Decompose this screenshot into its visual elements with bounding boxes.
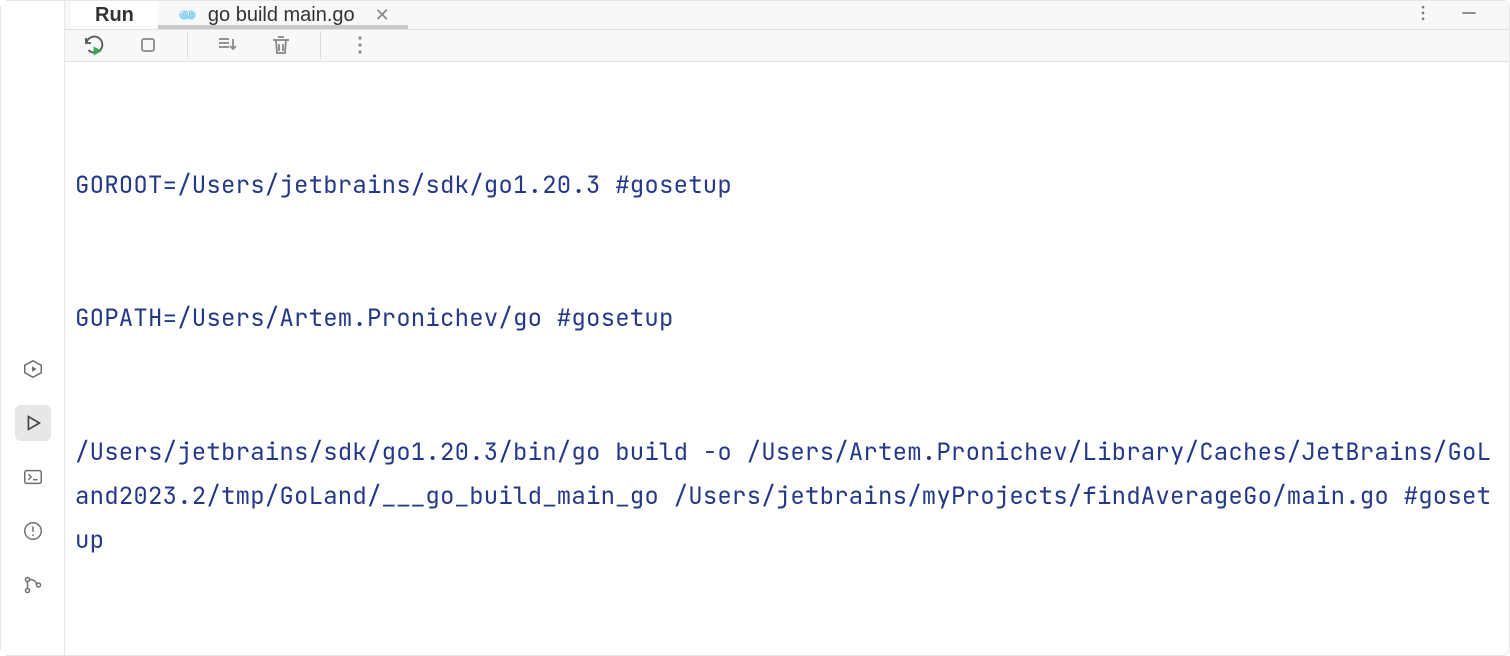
- scroll-to-end-icon[interactable]: [212, 30, 242, 60]
- tab-bar-controls: [1413, 1, 1509, 29]
- tab-run-config[interactable]: go build main.go ✕: [158, 1, 408, 29]
- close-icon[interactable]: ✕: [375, 6, 390, 24]
- vcs-icon[interactable]: [15, 567, 51, 603]
- stop-icon[interactable]: [133, 30, 163, 60]
- console-output[interactable]: GOROOT=/Users/jetbrains/sdk/go1.20.3 #go…: [65, 62, 1509, 656]
- rerun-icon[interactable]: [79, 30, 109, 60]
- run-toolbar: [65, 30, 1509, 61]
- console-line: /Users/jetbrains/sdk/go1.20.3/bin/go bui…: [75, 431, 1499, 564]
- tab-bar: Run go build main.go ✕: [65, 1, 1509, 30]
- services-icon[interactable]: [15, 351, 51, 387]
- problems-icon[interactable]: [15, 513, 51, 549]
- console-line: /Users/Artem.Pronichev/Library/Caches/Je…: [75, 653, 1499, 655]
- tab-run[interactable]: Run: [71, 1, 158, 29]
- minimize-icon[interactable]: [1459, 3, 1479, 28]
- toolbar-more-icon[interactable]: [345, 30, 375, 60]
- run-icon[interactable]: [15, 405, 51, 441]
- more-icon[interactable]: [1413, 3, 1433, 28]
- console-line: GOROOT=/Users/jetbrains/sdk/go1.20.3 #go…: [75, 164, 1499, 208]
- left-gutter: [1, 1, 65, 655]
- main-pane: Run go build main.go ✕: [65, 1, 1509, 655]
- clear-all-icon[interactable]: [266, 30, 296, 60]
- toolbar-separator: [320, 31, 321, 59]
- toolbar-separator: [187, 31, 188, 59]
- console-line: GOPATH=/Users/Artem.Pronichev/go #gosetu…: [75, 297, 1499, 341]
- terminal-icon[interactable]: [15, 459, 51, 495]
- tab-run-label: Run: [95, 4, 134, 27]
- go-file-icon: [176, 4, 198, 26]
- run-tool-window: Run go build main.go ✕: [0, 0, 1510, 656]
- tab-run-config-label: go build main.go: [208, 4, 355, 27]
